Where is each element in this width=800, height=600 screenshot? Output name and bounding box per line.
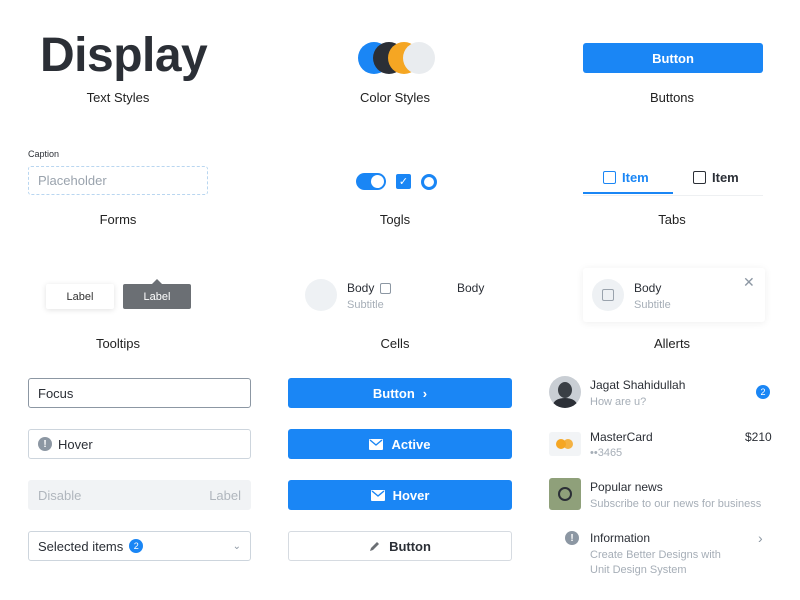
active-button-label: Active bbox=[391, 436, 431, 452]
buttons-label: Buttons bbox=[649, 90, 695, 105]
select-badge: 2 bbox=[129, 539, 144, 553]
chevron-right-icon[interactable]: › bbox=[758, 530, 763, 546]
hover-button-label: Hover bbox=[392, 487, 430, 503]
podcast-icon bbox=[558, 487, 572, 501]
text-styles-label: Text Styles bbox=[86, 90, 150, 105]
cell-body: Body bbox=[347, 281, 375, 295]
disabled-input: Disable Label bbox=[28, 480, 251, 510]
toggle-knob bbox=[371, 175, 384, 188]
list-item-title: Information bbox=[590, 531, 651, 545]
list-item-title: Popular news bbox=[590, 480, 663, 494]
list-item-amount: $210 bbox=[745, 430, 772, 444]
checkbox-checked[interactable]: ✓ bbox=[396, 174, 411, 189]
toggles-label: Togls bbox=[379, 212, 411, 227]
chevron-down-icon: ⌄ bbox=[232, 540, 241, 552]
outline-button-label: Button bbox=[389, 538, 431, 554]
list-item-subtitle: Create Better Designs with Unit Design S… bbox=[590, 549, 721, 576]
button-label: Button bbox=[372, 385, 415, 401]
tabs-label: Tabs bbox=[658, 212, 686, 227]
tooltip-light: Label bbox=[46, 284, 114, 309]
chevron-right-icon: › bbox=[422, 385, 428, 401]
disabled-input-value: Disable bbox=[38, 487, 82, 503]
pencil-icon bbox=[370, 542, 380, 551]
select-input[interactable]: Selected items 2 ⌄ bbox=[28, 531, 251, 561]
square-icon bbox=[602, 289, 614, 301]
placeholder-input[interactable]: Placeholder bbox=[28, 166, 208, 195]
square-icon bbox=[693, 171, 706, 184]
tab-item[interactable]: Item bbox=[693, 170, 739, 185]
radio-selected[interactable] bbox=[421, 173, 437, 190]
swatch-light bbox=[403, 42, 435, 74]
avatar-head bbox=[558, 382, 572, 398]
list-item-subtitle: How are u? bbox=[590, 396, 647, 408]
placeholder-text: Placeholder bbox=[38, 173, 107, 188]
info-icon: ! bbox=[565, 531, 579, 545]
color-swatches bbox=[358, 42, 438, 74]
toggle-switch[interactable] bbox=[356, 173, 386, 190]
alert-icon-circle bbox=[592, 279, 624, 311]
toggle-group: ✓ bbox=[356, 173, 437, 190]
tab-active-indicator bbox=[583, 192, 673, 194]
alert-body: Body bbox=[634, 281, 662, 295]
active-button[interactable]: Active bbox=[288, 429, 512, 459]
close-icon[interactable]: ✕ bbox=[743, 274, 755, 291]
alerts-label: Allerts bbox=[653, 336, 691, 351]
cell-avatar bbox=[305, 279, 337, 311]
cell-subtitle: Subtitle bbox=[347, 299, 384, 311]
mastercard-circle-right bbox=[563, 439, 573, 449]
mail-icon bbox=[370, 489, 385, 501]
avatar-body bbox=[553, 398, 577, 408]
focus-input[interactable]: Focus bbox=[28, 378, 251, 408]
cell-body-right: Body bbox=[457, 281, 485, 295]
cell-checkbox[interactable] bbox=[380, 283, 391, 294]
hover-input-value: Hover bbox=[58, 436, 93, 452]
alert-card: Body Subtitle ✕ bbox=[583, 268, 765, 322]
list-item-title: MasterCard bbox=[590, 430, 653, 444]
tab-item-label: Item bbox=[712, 170, 739, 185]
select-value: Selected items bbox=[38, 538, 124, 554]
cells-label: Cells bbox=[380, 336, 410, 351]
primary-button-label: Button bbox=[652, 50, 694, 66]
forms-label: Forms bbox=[99, 212, 137, 227]
check-icon: ✓ bbox=[398, 176, 409, 188]
tab-item-active[interactable]: Item bbox=[603, 170, 649, 185]
avatar bbox=[549, 376, 581, 408]
square-icon bbox=[603, 171, 616, 184]
unread-badge: 2 bbox=[756, 385, 770, 399]
tooltip-dark-label: Label bbox=[143, 290, 171, 303]
select-content: Selected items 2 bbox=[38, 538, 144, 554]
tab-item-label: Item bbox=[622, 170, 649, 185]
primary-button[interactable]: Button bbox=[583, 43, 763, 73]
hover-input[interactable]: ! Hover bbox=[28, 429, 251, 459]
display-text: Display bbox=[40, 29, 208, 82]
form-caption: Caption bbox=[28, 149, 60, 159]
button-with-chevron[interactable]: Button › bbox=[288, 378, 512, 408]
warning-icon: ! bbox=[38, 437, 52, 451]
news-thumbnail bbox=[549, 478, 581, 510]
mail-icon bbox=[369, 438, 384, 450]
mastercard-icon bbox=[549, 432, 581, 456]
tab-bar: Item Item bbox=[583, 166, 763, 196]
disabled-input-label: Label bbox=[209, 487, 241, 503]
outline-button[interactable]: Button bbox=[288, 531, 512, 561]
tooltip-light-label: Label bbox=[66, 290, 94, 303]
focus-input-value: Focus bbox=[38, 385, 74, 401]
hover-button[interactable]: Hover bbox=[288, 480, 512, 510]
tooltip-dark: Label bbox=[123, 284, 191, 309]
color-styles-label: Color Styles bbox=[359, 90, 431, 105]
tooltips-label: Tooltips bbox=[95, 336, 141, 351]
alert-subtitle: Subtitle bbox=[634, 299, 671, 311]
list-item-subtitle: Subscribe to our news for business bbox=[590, 498, 762, 510]
list-item-subtitle: ••3465 bbox=[590, 447, 623, 459]
list-item-title: Jagat Shahidullah bbox=[590, 378, 686, 392]
